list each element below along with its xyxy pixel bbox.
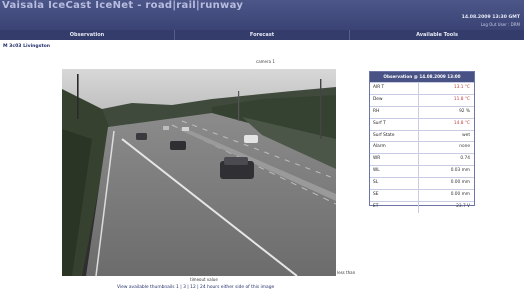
obs-label: SE <box>370 190 419 201</box>
nav-available-tools[interactable]: Available Tools <box>350 30 524 40</box>
obs-label: AIR T <box>370 83 419 94</box>
obs-value: 0.00 mm <box>450 180 470 186</box>
observation-panel: Observation @ 14.08.2009 13:00 AIR T 13.… <box>369 71 475 213</box>
obs-row-se: SE 0.00 mm <box>370 189 474 201</box>
obs-row-surf-t: Surf T 14.8 °C <box>370 117 474 130</box>
obs-row-sl: SL 0.00 mm <box>370 177 474 190</box>
obs-label: Dew <box>370 94 419 106</box>
obs-value: 11.8 °C <box>453 96 470 102</box>
nav-forecast[interactable]: Forecast <box>175 30 350 40</box>
thumbnail-link-3[interactable]: 3 <box>183 285 186 290</box>
obs-value: none <box>459 144 470 150</box>
obs-row-surf-state: Surf State wet <box>370 129 474 142</box>
thumbnail-link-1[interactable]: 1 <box>176 285 179 290</box>
obs-value: 0.74 <box>460 156 470 162</box>
obs-row-alarm: Alarm none <box>370 141 474 154</box>
obs-value: 0.00 mm <box>450 192 470 198</box>
obs-value: 13.1 °C <box>453 85 470 90</box>
obs-label: RH <box>370 106 419 118</box>
obs-label: Surf T <box>370 118 419 130</box>
thumbnail-link-24[interactable]: 24 <box>200 285 206 290</box>
obs-row-dew: Dew 11.8 °C <box>370 93 474 106</box>
obs-row-wr: WR 0.74 <box>370 153 474 166</box>
less-than-text: less than <box>337 270 356 275</box>
obs-value: 92 % <box>459 108 470 114</box>
timeout-value-text: timeout value <box>190 277 218 282</box>
obs-row-wl: WL 0.03 mm <box>370 165 474 178</box>
observation-title: Observation @ 14.08.2009 13:00 <box>370 72 474 82</box>
obs-row-et: ET 23.7 V <box>370 200 474 213</box>
main-nav: Observation Forecast Available Tools <box>0 30 524 40</box>
obs-value: 14.8 °C <box>453 120 470 126</box>
thumbnail-link-12[interactable]: 12 <box>190 285 196 290</box>
obs-label: WL <box>370 166 419 178</box>
camera-image <box>62 69 336 276</box>
thumbnail-links: View available thumbnails 1 | 3 | 12 | 2… <box>117 285 275 290</box>
obs-value: 0.03 mm <box>450 168 470 174</box>
road-camera-scene <box>62 69 336 276</box>
app-header: Vaisala IceCast IceNet - road|rail|runwa… <box>0 0 524 30</box>
obs-label: WR <box>370 154 419 166</box>
site-name: M 3c03 Livingston <box>3 44 51 49</box>
header-date: 14.08.2009 13:30 GMT <box>461 15 520 20</box>
obs-value: wet <box>462 132 470 138</box>
obs-value: 23.7 V <box>456 203 470 209</box>
obs-label: SL <box>370 178 419 190</box>
thumbnails-suffix: hours either side of this image <box>207 285 275 290</box>
logout-link[interactable]: Log Out User : DRM <box>481 22 520 27</box>
obs-row-rh: RH 92 % <box>370 105 474 118</box>
obs-label: Alarm <box>370 142 419 154</box>
obs-label: Surf State <box>370 130 419 142</box>
nav-observation[interactable]: Observation <box>0 30 175 40</box>
obs-row-air-t: AIR T 13.1 °C <box>370 82 474 94</box>
app-title: Vaisala IceCast IceNet - road|rail|runwa… <box>2 0 244 11</box>
obs-label: ET <box>370 201 419 213</box>
thumbnails-prefix: View available thumbnails <box>117 285 175 290</box>
camera-label: camera 1 <box>256 59 275 64</box>
